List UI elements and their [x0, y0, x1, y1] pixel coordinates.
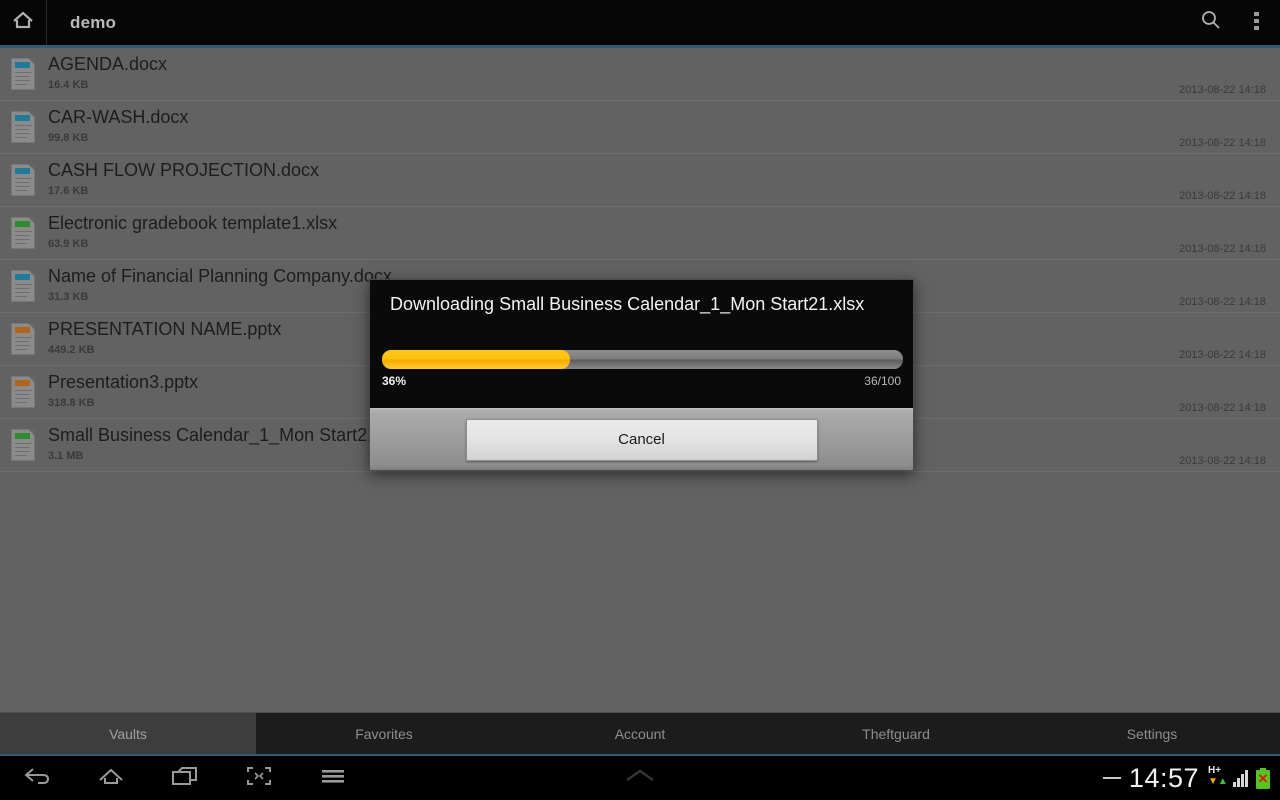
status-clock: 14:57 — [1128, 762, 1199, 793]
nav-back-button[interactable] — [14, 756, 60, 800]
nav-home-button[interactable] — [88, 756, 134, 800]
screenshot-icon — [245, 764, 273, 793]
tab-settings[interactable]: Settings — [1024, 713, 1280, 754]
cancel-button[interactable]: Cancel — [465, 418, 818, 461]
progress-bar-fill — [382, 350, 570, 369]
progress-bar — [382, 350, 903, 369]
progress-percent-label: 36% — [382, 374, 407, 388]
nav-screenshot-button[interactable] — [236, 756, 282, 800]
dialog-scrim: Downloading Small Business Calendar_1_Mo… — [0, 0, 1280, 800]
system-navigation-bar: 14:57 H+ ▼▲ ✕ — [0, 756, 1280, 800]
nav-buttons — [14, 756, 356, 800]
dialog-body: Downloading Small Business Calendar_1_Mo… — [370, 280, 913, 408]
bottom-tab-bar: Vaults Favorites Account Theftguard Settings — [0, 712, 1280, 756]
tab-vaults[interactable]: Vaults — [0, 713, 256, 754]
download-progress-dialog: Downloading Small Business Calendar_1_Mo… — [369, 279, 914, 471]
status-area[interactable]: 14:57 H+ ▼▲ ✕ — [1102, 756, 1270, 800]
network-type-label: H+ — [1208, 765, 1222, 776]
network-indicator: H+ ▼▲ — [1207, 765, 1228, 791]
signal-strength-icon — [1233, 769, 1248, 787]
tab-theftguard[interactable]: Theftguard — [768, 713, 1024, 754]
tab-favorites[interactable]: Favorites — [256, 713, 512, 754]
nav-menu-button[interactable] — [310, 756, 356, 800]
chevron-up-icon — [622, 767, 658, 790]
battery-icon: ✕ — [1256, 767, 1270, 789]
menu-icon — [320, 764, 346, 793]
home-icon — [96, 764, 126, 793]
status-dash-icon — [1102, 777, 1121, 779]
recents-icon — [170, 764, 200, 793]
back-icon — [22, 764, 52, 793]
battery-error-mark: ✕ — [1257, 770, 1269, 786]
nav-expand-button[interactable] — [614, 756, 666, 800]
data-arrows-icon: ▼▲ — [1208, 776, 1228, 787]
dialog-title: Downloading Small Business Calendar_1_Mo… — [390, 294, 865, 314]
dialog-footer: Cancel — [370, 408, 913, 470]
progress-count-label: 36/100 — [864, 374, 901, 388]
tab-account[interactable]: Account — [512, 713, 768, 754]
nav-recents-button[interactable] — [162, 756, 208, 800]
